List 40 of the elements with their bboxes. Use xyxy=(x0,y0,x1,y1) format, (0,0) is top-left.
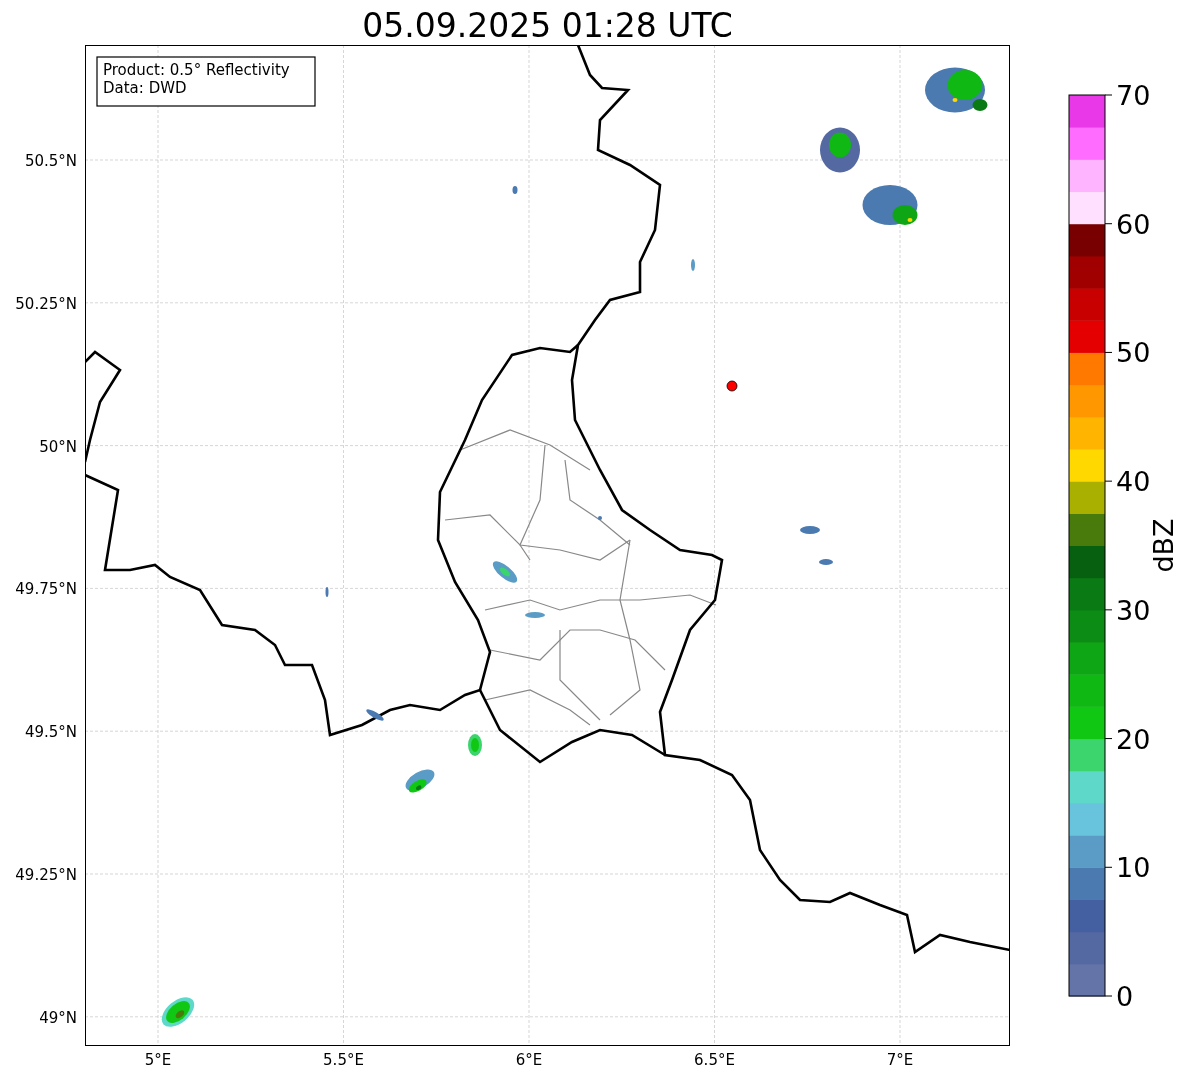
radar-echo-drawing xyxy=(819,559,833,565)
legend-text: Product: 0.5° Reflectivity xyxy=(103,61,290,79)
axis-tick-label: 49.75°N xyxy=(15,580,77,599)
colorbar-tick-label: 60 xyxy=(1116,208,1151,240)
colorbar-label: dBZ xyxy=(1148,518,1179,573)
radar-echo-drawing xyxy=(161,997,195,1027)
axis-tick-label: 50°N xyxy=(39,437,77,456)
radar-echo-drawing xyxy=(468,734,482,756)
colorbar-tick-label: 50 xyxy=(1116,337,1151,369)
radar-echo-drawing xyxy=(862,185,918,225)
radar-echo-drawing xyxy=(512,186,518,194)
axis-tick-label: 6.5°E xyxy=(694,1051,735,1069)
chart-title: 05.09.2025 01:28 UTC xyxy=(361,5,734,45)
location-marker xyxy=(726,380,738,392)
colorbar-tick-label: 20 xyxy=(1116,723,1151,755)
radar-echo-drawing xyxy=(492,561,518,583)
legend-text: Data: DWD xyxy=(103,79,187,97)
axis-tick-label: 5.5°E xyxy=(323,1051,364,1069)
axis-tick-label: 7°E xyxy=(886,1051,914,1069)
radar-echo-drawing xyxy=(325,587,329,597)
axis-tick-label: 49.5°N xyxy=(24,723,77,742)
colorbar-tick-label: 40 xyxy=(1116,466,1151,498)
axis-tick-label: 5°E xyxy=(144,1051,172,1069)
radar-echo-drawing xyxy=(691,259,695,271)
colorbar-tick-label: 0 xyxy=(1116,981,1134,1012)
axis-tick-label: 50.25°N xyxy=(15,294,77,313)
colorbar-tick-label: 30 xyxy=(1116,594,1151,626)
colorbar-tick-label: 10 xyxy=(1116,852,1151,884)
radar-echo-drawing xyxy=(525,612,545,618)
axis-tick-label: 49°N xyxy=(39,1008,77,1027)
axis-tick-label: 50.5°N xyxy=(24,152,77,170)
colorbar-tick-label: 70 xyxy=(1116,80,1151,111)
radar-echo-drawing xyxy=(405,769,435,793)
radar-echo-drawing xyxy=(820,127,860,173)
radar-echo-drawing xyxy=(366,709,384,721)
radar-echo-drawing xyxy=(598,516,602,520)
radar-echo-drawing xyxy=(925,67,988,113)
axis-tick-label: 6°E xyxy=(515,1051,543,1069)
axis-tick-label: 49.25°N xyxy=(15,866,77,884)
radar-echo-drawing xyxy=(800,526,820,534)
